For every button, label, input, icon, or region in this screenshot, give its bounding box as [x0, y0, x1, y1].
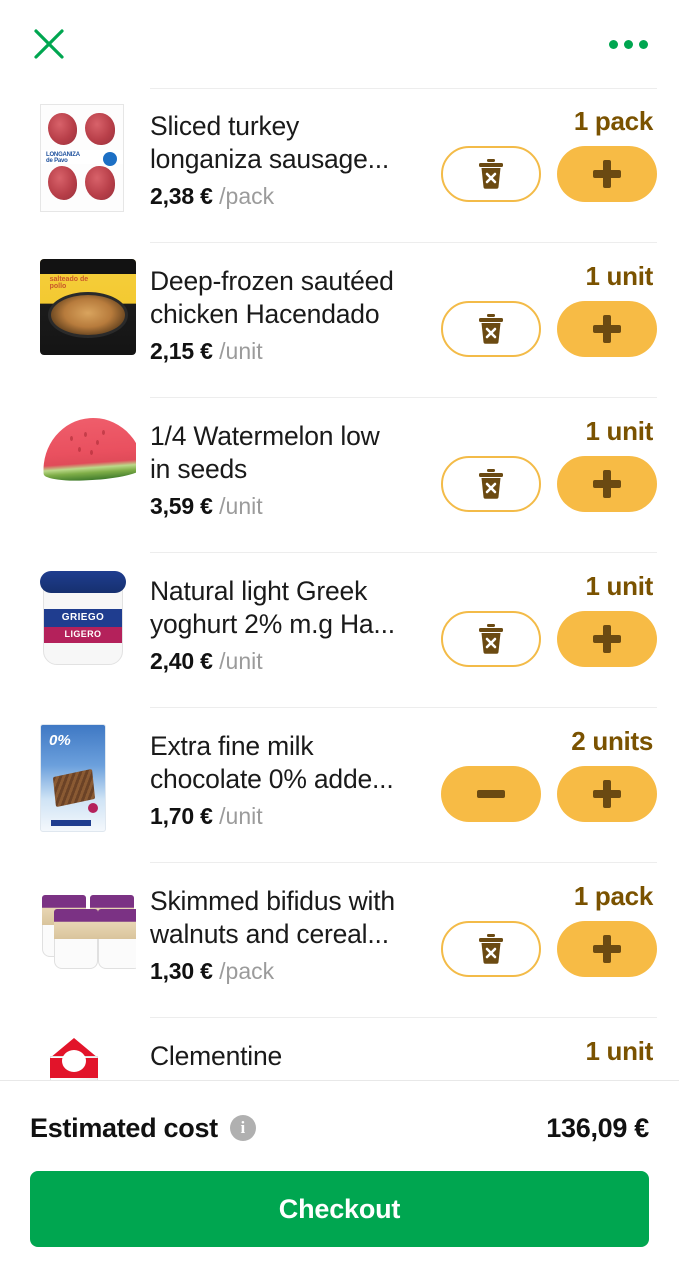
product-price-line: 1,70 € /unit	[150, 803, 405, 830]
plus-icon	[593, 315, 621, 343]
cart-item-row[interactable]: Clementine 1 unit	[0, 1018, 679, 1080]
quantity-controls	[441, 766, 657, 822]
trash-icon	[479, 469, 503, 499]
product-price-unit: /unit	[219, 338, 263, 364]
increase-quantity-button[interactable]	[557, 766, 657, 822]
info-icon[interactable]: i	[229, 1115, 256, 1141]
plus-icon	[593, 470, 621, 498]
estimated-cost-label: Estimated cost	[30, 1112, 218, 1143]
cart-item-row[interactable]: Skimmed bifidus with walnuts and cereal.…	[0, 863, 679, 1018]
shopping-cart-screen: LONGANIZA de Pavo Sliced turkey longaniza…	[0, 0, 679, 1280]
product-name[interactable]: Sliced turkey longaniza sausage...	[150, 110, 405, 176]
watermelon-wedge-image	[40, 414, 136, 492]
quantity-label: 1 unit	[585, 571, 653, 601]
greek-yoghurt-tub-image: GRIEGO LIGERO	[40, 569, 126, 669]
plus-icon	[593, 160, 621, 188]
screen-header	[0, 0, 679, 88]
quantity-controls	[441, 301, 657, 357]
product-price-line: 2,40 € /unit	[150, 648, 405, 675]
product-price-unit: /pack	[219, 183, 275, 209]
quantity-controls	[441, 146, 657, 202]
trash-icon	[479, 314, 503, 344]
product-thumbnail[interactable]: GRIEGO LIGERO	[26, 553, 150, 683]
cart-item-row[interactable]: 0% Extra fine milk chocolate 0% adde... …	[0, 708, 679, 863]
sliced-turkey-longaniza-pack-image: LONGANIZA de Pavo	[40, 104, 124, 212]
product-price-line: 2,15 € /unit	[150, 338, 405, 365]
product-price-line: 1,30 € /pack	[150, 958, 405, 985]
more-dot	[608, 39, 618, 49]
increase-quantity-button[interactable]	[557, 456, 657, 512]
quantity-label: 1 unit	[585, 261, 653, 291]
plus-icon	[593, 780, 621, 808]
milk-carton-image	[40, 1034, 108, 1080]
cart-item-list[interactable]: LONGANIZA de Pavo Sliced turkey longaniza…	[0, 88, 679, 1080]
quantity-controls	[441, 921, 657, 977]
cart-item-row[interactable]: GRIEGO LIGERO Natural light Greek yoghur…	[0, 553, 679, 708]
cart-footer: Estimated cost i 136,09 € Checkout	[0, 1080, 679, 1280]
product-price: 3,59 €	[150, 493, 213, 519]
quantity-label: 1 pack	[573, 881, 653, 911]
product-price-line: 2,38 € /pack	[150, 183, 405, 210]
product-name[interactable]: Natural light Greek yoghurt 2% m.g Ha...	[150, 575, 405, 641]
product-name[interactable]: 1/4 Watermelon low in seeds	[150, 420, 405, 486]
increase-quantity-button[interactable]	[557, 921, 657, 977]
product-name[interactable]: Extra fine milk chocolate 0% adde...	[150, 730, 405, 796]
product-thumbnail[interactable]	[26, 863, 150, 993]
more-options-icon[interactable]	[605, 21, 651, 67]
quantity-label: 1 unit	[585, 416, 653, 446]
quantity-label: 1 pack	[573, 106, 653, 136]
delete-item-button[interactable]	[441, 301, 541, 357]
decrease-quantity-button[interactable]	[441, 766, 541, 822]
milk-chocolate-bar-image: 0%	[40, 724, 106, 832]
quantity-controls	[441, 456, 657, 512]
quantity-label: 1 unit	[585, 1036, 653, 1066]
frozen-sauteed-chicken-bag-image: salteado de pollo	[40, 259, 136, 355]
product-price-unit: /pack	[219, 958, 275, 984]
product-price: 1,70 €	[150, 803, 213, 829]
product-name[interactable]: Clementine	[150, 1040, 405, 1073]
trash-icon	[479, 624, 503, 654]
product-price-line: 3,59 € /unit	[150, 493, 405, 520]
product-price: 1,30 €	[150, 958, 213, 984]
product-thumbnail[interactable]: LONGANIZA de Pavo	[26, 88, 150, 218]
close-icon[interactable]	[26, 21, 72, 67]
more-dot	[638, 39, 648, 49]
estimated-cost-amount: 136,09 €	[546, 1112, 649, 1143]
cart-item-row[interactable]: LONGANIZA de Pavo Sliced turkey longaniza…	[0, 88, 679, 243]
product-price: 2,38 €	[150, 183, 213, 209]
product-price-unit: /unit	[219, 493, 263, 519]
product-thumbnail[interactable]	[26, 1018, 150, 1080]
row-divider	[150, 88, 657, 89]
trash-icon	[479, 159, 503, 189]
product-price: 2,15 €	[150, 338, 213, 364]
product-thumbnail[interactable]: 0%	[26, 708, 150, 838]
product-price: 2,40 €	[150, 648, 213, 674]
more-dot	[623, 39, 633, 49]
product-thumbnail[interactable]: salteado de pollo	[26, 243, 150, 373]
plus-icon	[593, 625, 621, 653]
product-thumbnail[interactable]	[26, 398, 150, 528]
delete-item-button[interactable]	[441, 611, 541, 667]
product-name[interactable]: Skimmed bifidus with walnuts and cereal.…	[150, 885, 405, 951]
estimated-cost-row: Estimated cost i 136,09 €	[30, 1081, 649, 1167]
cart-item-row[interactable]: 1/4 Watermelon low in seeds 3,59 € /unit…	[0, 398, 679, 553]
cart-item-row[interactable]: salteado de pollo Deep-frozen sautéed chi…	[0, 243, 679, 398]
product-price-unit: /unit	[219, 803, 263, 829]
trash-icon	[479, 934, 503, 964]
product-price-unit: /unit	[219, 648, 263, 674]
quantity-label: 2 units	[571, 726, 653, 756]
checkout-button[interactable]: Checkout	[30, 1171, 649, 1247]
bifidus-yoghurt-fourpack-image	[40, 879, 136, 971]
delete-item-button[interactable]	[441, 146, 541, 202]
product-name[interactable]: Deep-frozen sautéed chicken Hacendado	[150, 265, 405, 331]
increase-quantity-button[interactable]	[557, 301, 657, 357]
minus-icon	[477, 790, 505, 798]
delete-item-button[interactable]	[441, 456, 541, 512]
plus-icon	[593, 935, 621, 963]
increase-quantity-button[interactable]	[557, 611, 657, 667]
delete-item-button[interactable]	[441, 921, 541, 977]
quantity-controls	[441, 611, 657, 667]
increase-quantity-button[interactable]	[557, 146, 657, 202]
